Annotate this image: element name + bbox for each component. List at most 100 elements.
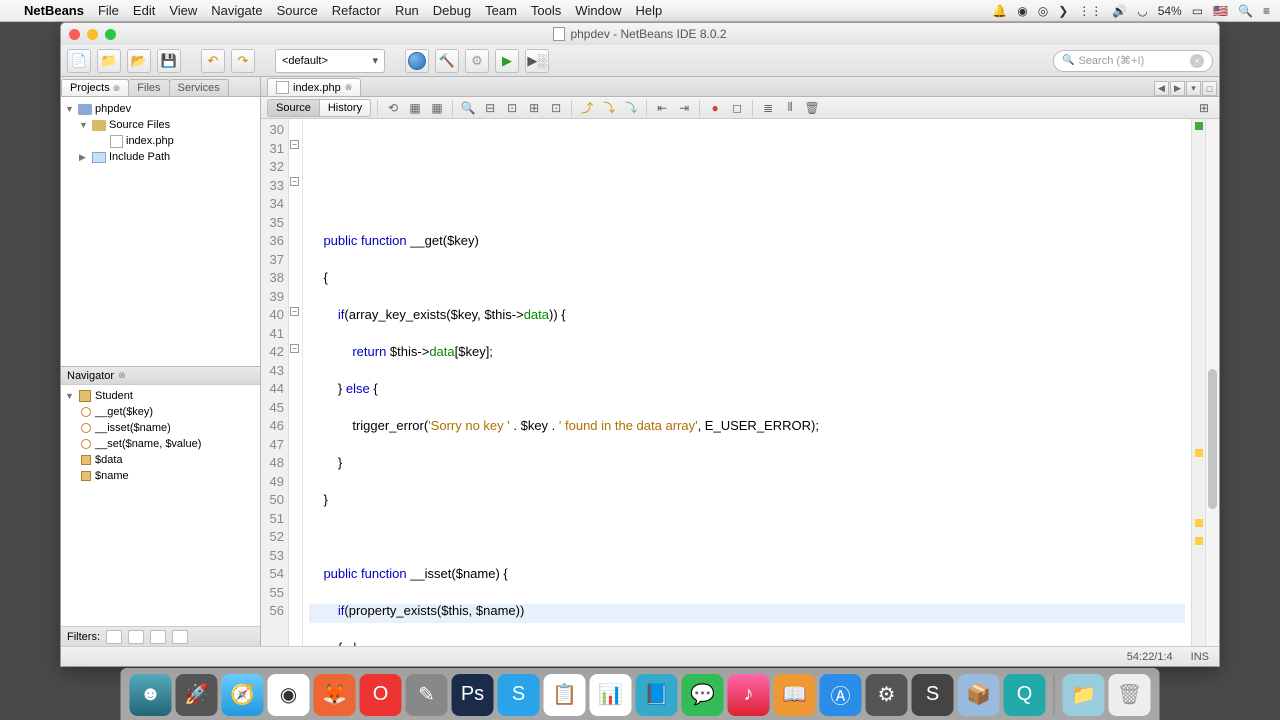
dock-virtualbox[interactable]: 📦 (958, 674, 1000, 716)
nav-member[interactable]: __isset($name) (95, 422, 171, 434)
dock-sublime[interactable]: S (912, 674, 954, 716)
toolbar-button[interactable]: ⇤ (653, 99, 671, 117)
nav-member[interactable]: __get($key) (95, 406, 153, 418)
menu-view[interactable]: View (169, 3, 197, 18)
include-path[interactable]: Include Path (109, 151, 170, 163)
dock-photoshop[interactable]: Ps (452, 674, 494, 716)
dock-opera[interactable]: O (360, 674, 402, 716)
source-view-button[interactable]: Source (268, 100, 320, 116)
code-content[interactable]: public function __get($key) { if(array_k… (303, 119, 1191, 646)
toolbar-button[interactable]: 🔍 (459, 99, 477, 117)
toolbar-button[interactable]: ⊟ (481, 99, 499, 117)
dock-skype[interactable]: S (498, 674, 540, 716)
new-file-button[interactable]: 📄 (67, 49, 91, 73)
dock-launchpad[interactable]: 🚀 (176, 674, 218, 716)
toolbar-button[interactable]: ● (706, 99, 724, 117)
scrollbar[interactable] (1205, 119, 1219, 646)
menu-file[interactable]: File (98, 3, 119, 18)
clean-build-button[interactable]: ⚙ (465, 49, 489, 73)
toolbar-button[interactable]: ⤴ (578, 99, 596, 117)
dock-quicktime[interactable]: Q (1004, 674, 1046, 716)
toolbar-button[interactable]: 🗑 (803, 99, 821, 117)
close-icon[interactable]: ⊗ (118, 370, 126, 381)
toolbar-button[interactable]: ⤵ (600, 99, 618, 117)
new-project-button[interactable]: 📁 (97, 49, 121, 73)
menu-window[interactable]: Window (575, 3, 621, 18)
build-button[interactable]: 🔨 (435, 49, 459, 73)
scroll-right-button[interactable]: ▶ (1170, 81, 1185, 96)
tab-services[interactable]: Services (169, 79, 229, 96)
menu-edit[interactable]: Edit (133, 3, 155, 18)
undo-button[interactable]: ↶ (201, 49, 225, 73)
dock-itunes[interactable]: ♪ (728, 674, 770, 716)
toolbar-button[interactable]: ◻ (728, 99, 746, 117)
close-icon[interactable]: ⊗ (345, 82, 353, 93)
project-name[interactable]: phpdev (95, 103, 131, 115)
fold-marker[interactable]: − (290, 140, 299, 149)
toolbar-button[interactable]: ⇥ (675, 99, 693, 117)
tray-icon[interactable]: ⋮⋮ (1078, 4, 1102, 18)
tray-icon[interactable]: ❯ (1058, 4, 1068, 18)
fold-marker[interactable]: − (290, 344, 299, 353)
close-button[interactable] (69, 29, 80, 40)
dock-firefox[interactable]: 🦊 (314, 674, 356, 716)
dock-app[interactable]: 📋 (544, 674, 586, 716)
dock-appstore[interactable]: Ⓐ (820, 674, 862, 716)
global-search[interactable]: Search (⌘+I)× (1053, 50, 1213, 72)
tray-icon[interactable]: ◉ (1017, 4, 1027, 18)
battery-icon[interactable]: ▭ (1192, 4, 1203, 18)
dock-settings[interactable]: ⚙ (866, 674, 908, 716)
save-all-button[interactable]: 💾 (157, 49, 181, 73)
split-button[interactable]: ⊞ (1195, 99, 1213, 117)
fold-marker[interactable]: − (290, 177, 299, 186)
menu-help[interactable]: Help (636, 3, 663, 18)
toolbar-button[interactable]: ≣ (759, 99, 777, 117)
zoom-button[interactable] (105, 29, 116, 40)
toolbar-button[interactable]: ⫴ (781, 99, 799, 117)
dock-app[interactable]: ✎ (406, 674, 448, 716)
scroll-left-button[interactable]: ◀ (1154, 81, 1169, 96)
code-editor[interactable]: 3031323334353637383940414243444546474849… (261, 119, 1219, 646)
filter-button[interactable] (172, 630, 188, 644)
dock-app[interactable]: 📘 (636, 674, 678, 716)
dock-trash[interactable]: 🗑 (1109, 674, 1151, 716)
toolbar-button[interactable]: ⟲ (384, 99, 402, 117)
dock-safari[interactable]: 🧭 (222, 674, 264, 716)
error-strip[interactable] (1191, 119, 1205, 646)
class-student[interactable]: Student (95, 390, 133, 402)
dock-finder[interactable]: ☻ (130, 674, 172, 716)
dock-chrome[interactable]: ◉ (268, 674, 310, 716)
menu-team[interactable]: Team (485, 3, 517, 18)
tab-list-button[interactable]: ▾ (1186, 81, 1201, 96)
dock-ibooks[interactable]: 📖 (774, 674, 816, 716)
nav-member[interactable]: __set($name, $value) (95, 438, 201, 450)
tray-icon[interactable]: 🔔 (992, 4, 1007, 18)
toolbar-button[interactable]: ⊡ (503, 99, 521, 117)
debug-button[interactable]: ▶░ (525, 49, 549, 73)
nav-member[interactable]: $name (95, 470, 129, 482)
toolbar-button[interactable]: ⊞ (525, 99, 543, 117)
redo-button[interactable]: ↷ (231, 49, 255, 73)
app-name[interactable]: NetBeans (24, 3, 84, 18)
clear-icon[interactable]: × (1190, 54, 1204, 68)
config-select[interactable]: <default> (275, 49, 385, 73)
run-button[interactable]: ▶ (495, 49, 519, 73)
file-index-php[interactable]: index.php (126, 135, 174, 147)
toolbar-button[interactable]: ⊡ (547, 99, 565, 117)
fold-column[interactable]: − − − − (289, 119, 303, 646)
menu-tools[interactable]: Tools (531, 3, 561, 18)
project-tree[interactable]: ▼phpdev ▼Source Files index.php ▶Include… (61, 97, 260, 366)
run-browser-button[interactable] (405, 49, 429, 73)
source-files-folder[interactable]: Source Files (109, 119, 170, 131)
flag-icon[interactable]: 🇺🇸 (1213, 4, 1228, 18)
maximize-button[interactable]: □ (1202, 81, 1217, 96)
volume-icon[interactable]: 🔊 (1112, 4, 1127, 18)
menu-refactor[interactable]: Refactor (332, 3, 381, 18)
toolbar-button[interactable]: ▦ (428, 99, 446, 117)
filter-button[interactable] (150, 630, 166, 644)
toolbar-button[interactable]: ▦ (406, 99, 424, 117)
dock-messages[interactable]: 💬 (682, 674, 724, 716)
navigator-tree[interactable]: ▼Student __get($key) __isset($name) __se… (61, 385, 260, 626)
dock-folder[interactable]: 📁 (1063, 674, 1105, 716)
filter-button[interactable] (106, 630, 122, 644)
